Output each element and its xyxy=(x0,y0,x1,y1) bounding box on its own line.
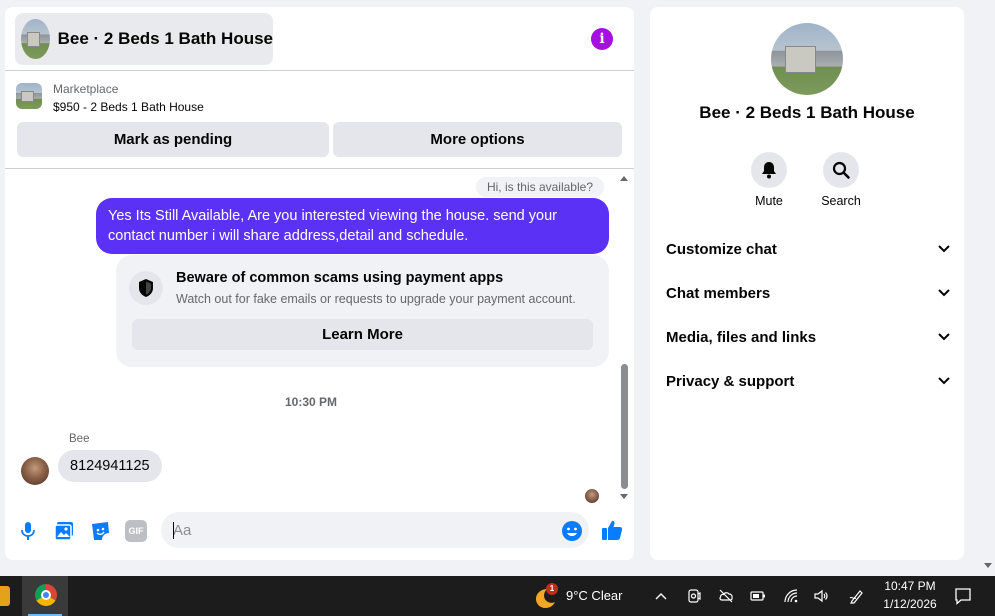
chat-members-section[interactable]: Chat members xyxy=(666,281,950,305)
privacy-support-section[interactable]: Privacy & support xyxy=(666,369,950,393)
sender-name: Bee xyxy=(69,433,90,445)
cloud-off-icon[interactable] xyxy=(718,588,734,604)
search-label: Search xyxy=(821,194,861,208)
weather-text[interactable]: 9°C Clear xyxy=(566,588,623,603)
sticker-icon[interactable] xyxy=(89,520,111,542)
message-list: Hi, is this available? Yes Its Still Ava… xyxy=(5,170,634,503)
mark-as-pending-button[interactable]: Mark as pending xyxy=(17,122,329,157)
chat-panel: Bee · 2 Beds 1 Bath House i Marketplace … xyxy=(5,7,634,560)
section-label: Chat members xyxy=(666,284,771,302)
marketplace-listing-bar: Marketplace $950 - 2 Beds 1 Bath House M… xyxy=(5,72,634,169)
bell-icon xyxy=(762,162,776,179)
read-receipt-avatar xyxy=(585,489,599,503)
scroll-down-arrow-icon[interactable] xyxy=(619,493,629,501)
message-input[interactable] xyxy=(161,512,589,548)
chevron-up-icon[interactable] xyxy=(653,588,669,604)
emoji-icon[interactable] xyxy=(561,520,583,542)
scam-warning-body: Watch out for fake emails or requests to… xyxy=(176,292,576,306)
learn-more-button[interactable]: Learn More xyxy=(132,319,593,350)
scrollbar-thumb[interactable] xyxy=(621,364,628,489)
shield-icon xyxy=(129,271,163,305)
chat-header: Bee · 2 Beds 1 Bath House i xyxy=(5,7,634,71)
battery-icon[interactable] xyxy=(750,588,766,604)
camera-icon[interactable] xyxy=(686,588,702,604)
taskbar: 1 9°C Clear 10:47 PM 1/12/2026 xyxy=(0,576,995,616)
customize-chat-section[interactable]: Customize chat xyxy=(666,237,950,261)
text-caret xyxy=(173,522,174,539)
pen-icon[interactable] xyxy=(849,588,865,604)
more-options-button[interactable]: More options xyxy=(333,122,622,157)
app-icon[interactable] xyxy=(0,586,10,606)
message-timestamp: 10:30 PM xyxy=(284,395,338,409)
weather-alert-badge: 1 xyxy=(546,583,558,595)
scam-warning-title: Beware of common scams using payment app… xyxy=(176,270,504,286)
photo-icon[interactable] xyxy=(53,520,75,542)
search-button[interactable]: Search xyxy=(811,152,871,208)
conversation-title-button[interactable]: Bee · 2 Beds 1 Bath House xyxy=(15,13,273,65)
composer: GIF xyxy=(5,507,634,557)
microphone-icon[interactable] xyxy=(17,520,39,542)
section-label: Media, files and links xyxy=(666,328,817,346)
avatar[interactable] xyxy=(21,457,49,485)
chevron-down-icon xyxy=(938,245,950,253)
media-files-links-section[interactable]: Media, files and links xyxy=(666,325,950,349)
clock-time[interactable]: 10:47 PM xyxy=(878,579,942,593)
conversation-avatar xyxy=(771,23,843,95)
chrome-taskbar-button[interactable] xyxy=(22,576,68,616)
wifi-icon[interactable] xyxy=(783,588,799,604)
details-panel: Bee · 2 Beds 1 Bath House Mute Search Cu… xyxy=(650,7,964,560)
chrome-icon xyxy=(35,584,57,606)
section-label: Privacy & support xyxy=(666,372,795,390)
incoming-message: 8124941125 xyxy=(58,450,162,482)
volume-icon[interactable] xyxy=(813,588,829,604)
notification-icon[interactable] xyxy=(954,587,972,605)
details-title: Bee · 2 Beds 1 Bath House xyxy=(699,103,915,122)
mute-label: Mute xyxy=(755,194,783,208)
scam-warning-card: Beware of common scams using payment app… xyxy=(116,255,609,367)
scroll-up-arrow-icon[interactable] xyxy=(619,174,629,182)
listing-thumbnail xyxy=(21,19,50,59)
chevron-down-icon xyxy=(938,289,950,297)
outgoing-message: Yes Its Still Available, Are you interes… xyxy=(96,198,609,254)
conversation-title: Bee · 2 Beds 1 Bath House xyxy=(57,29,273,48)
thumbs-up-icon[interactable] xyxy=(600,518,624,542)
listing-small-thumbnail xyxy=(16,83,42,109)
clock-date[interactable]: 1/12/2026 xyxy=(878,597,942,611)
listing-source: Marketplace xyxy=(53,82,119,96)
section-label: Customize chat xyxy=(666,240,777,258)
listing-title[interactable]: $950 - 2 Beds 1 Bath House xyxy=(53,100,204,114)
chevron-down-icon xyxy=(938,377,950,385)
search-icon xyxy=(832,161,850,179)
info-icon[interactable]: i xyxy=(591,28,613,50)
mute-button[interactable]: Mute xyxy=(739,152,799,208)
outgoing-message: Hi, is this available? xyxy=(475,177,604,197)
chevron-down-icon xyxy=(938,333,950,341)
gif-icon[interactable]: GIF xyxy=(125,520,147,542)
page-scroll-down-arrow-icon[interactable] xyxy=(983,562,993,570)
